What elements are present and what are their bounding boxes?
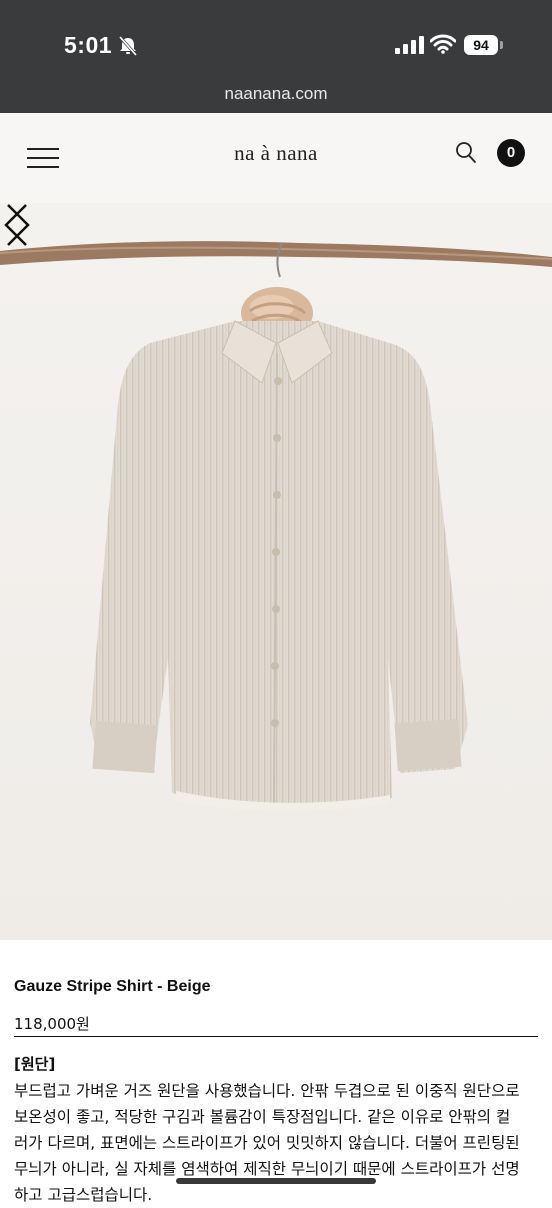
chevron-right-icon[interactable]	[0, 203, 36, 247]
description-line: 부드럽고 가벼운 거즈 원단을 사용했습니다. 안팎 두겹으로 된 이중직 원단…	[14, 1082, 520, 1100]
product-price: 118,000원	[14, 1015, 90, 1033]
battery-level: 94	[464, 35, 498, 55]
product-info: Gauze Stripe Shirt - Beige 118,000원 [원단]…	[0, 940, 552, 1204]
product-image-carousel[interactable]	[0, 203, 552, 940]
fabric-section-title: [원단]	[14, 1055, 56, 1073]
wifi-icon	[430, 34, 456, 54]
cellular-signal-icon	[395, 36, 424, 54]
status-time: 5:01	[64, 32, 113, 58]
product-description: 부드럽고 가벼운 거즈 원단을 사용했습니다. 안팎 두겹으로 된 이중직 원단…	[14, 1078, 544, 1208]
product-title: Gauze Stripe Shirt - Beige	[14, 978, 211, 995]
product-photo	[0, 203, 552, 940]
battery-icon: 94	[464, 35, 506, 55]
description-line: 하고 고급스럽습니다.	[14, 1186, 153, 1204]
url-bar[interactable]: naanana.com	[0, 84, 552, 104]
description-line: 러가 다르며, 표면에는 스트라이프가 있어 밋밋하지 않습니다. 더불어 프린…	[14, 1134, 520, 1152]
divider	[14, 1036, 538, 1037]
description-line: 보온성이 좋고, 적당한 구김과 볼륨감이 특장점입니다. 같은 이유로 안팎의…	[14, 1108, 511, 1126]
site-header: na à nana 0	[0, 113, 552, 203]
cart-badge[interactable]: 0	[497, 139, 525, 167]
bell-muted-icon	[118, 36, 138, 56]
search-icon[interactable]	[455, 141, 477, 165]
status-bar: 5:01 94 naanana.com	[0, 0, 552, 113]
home-indicator[interactable]	[176, 1178, 376, 1184]
